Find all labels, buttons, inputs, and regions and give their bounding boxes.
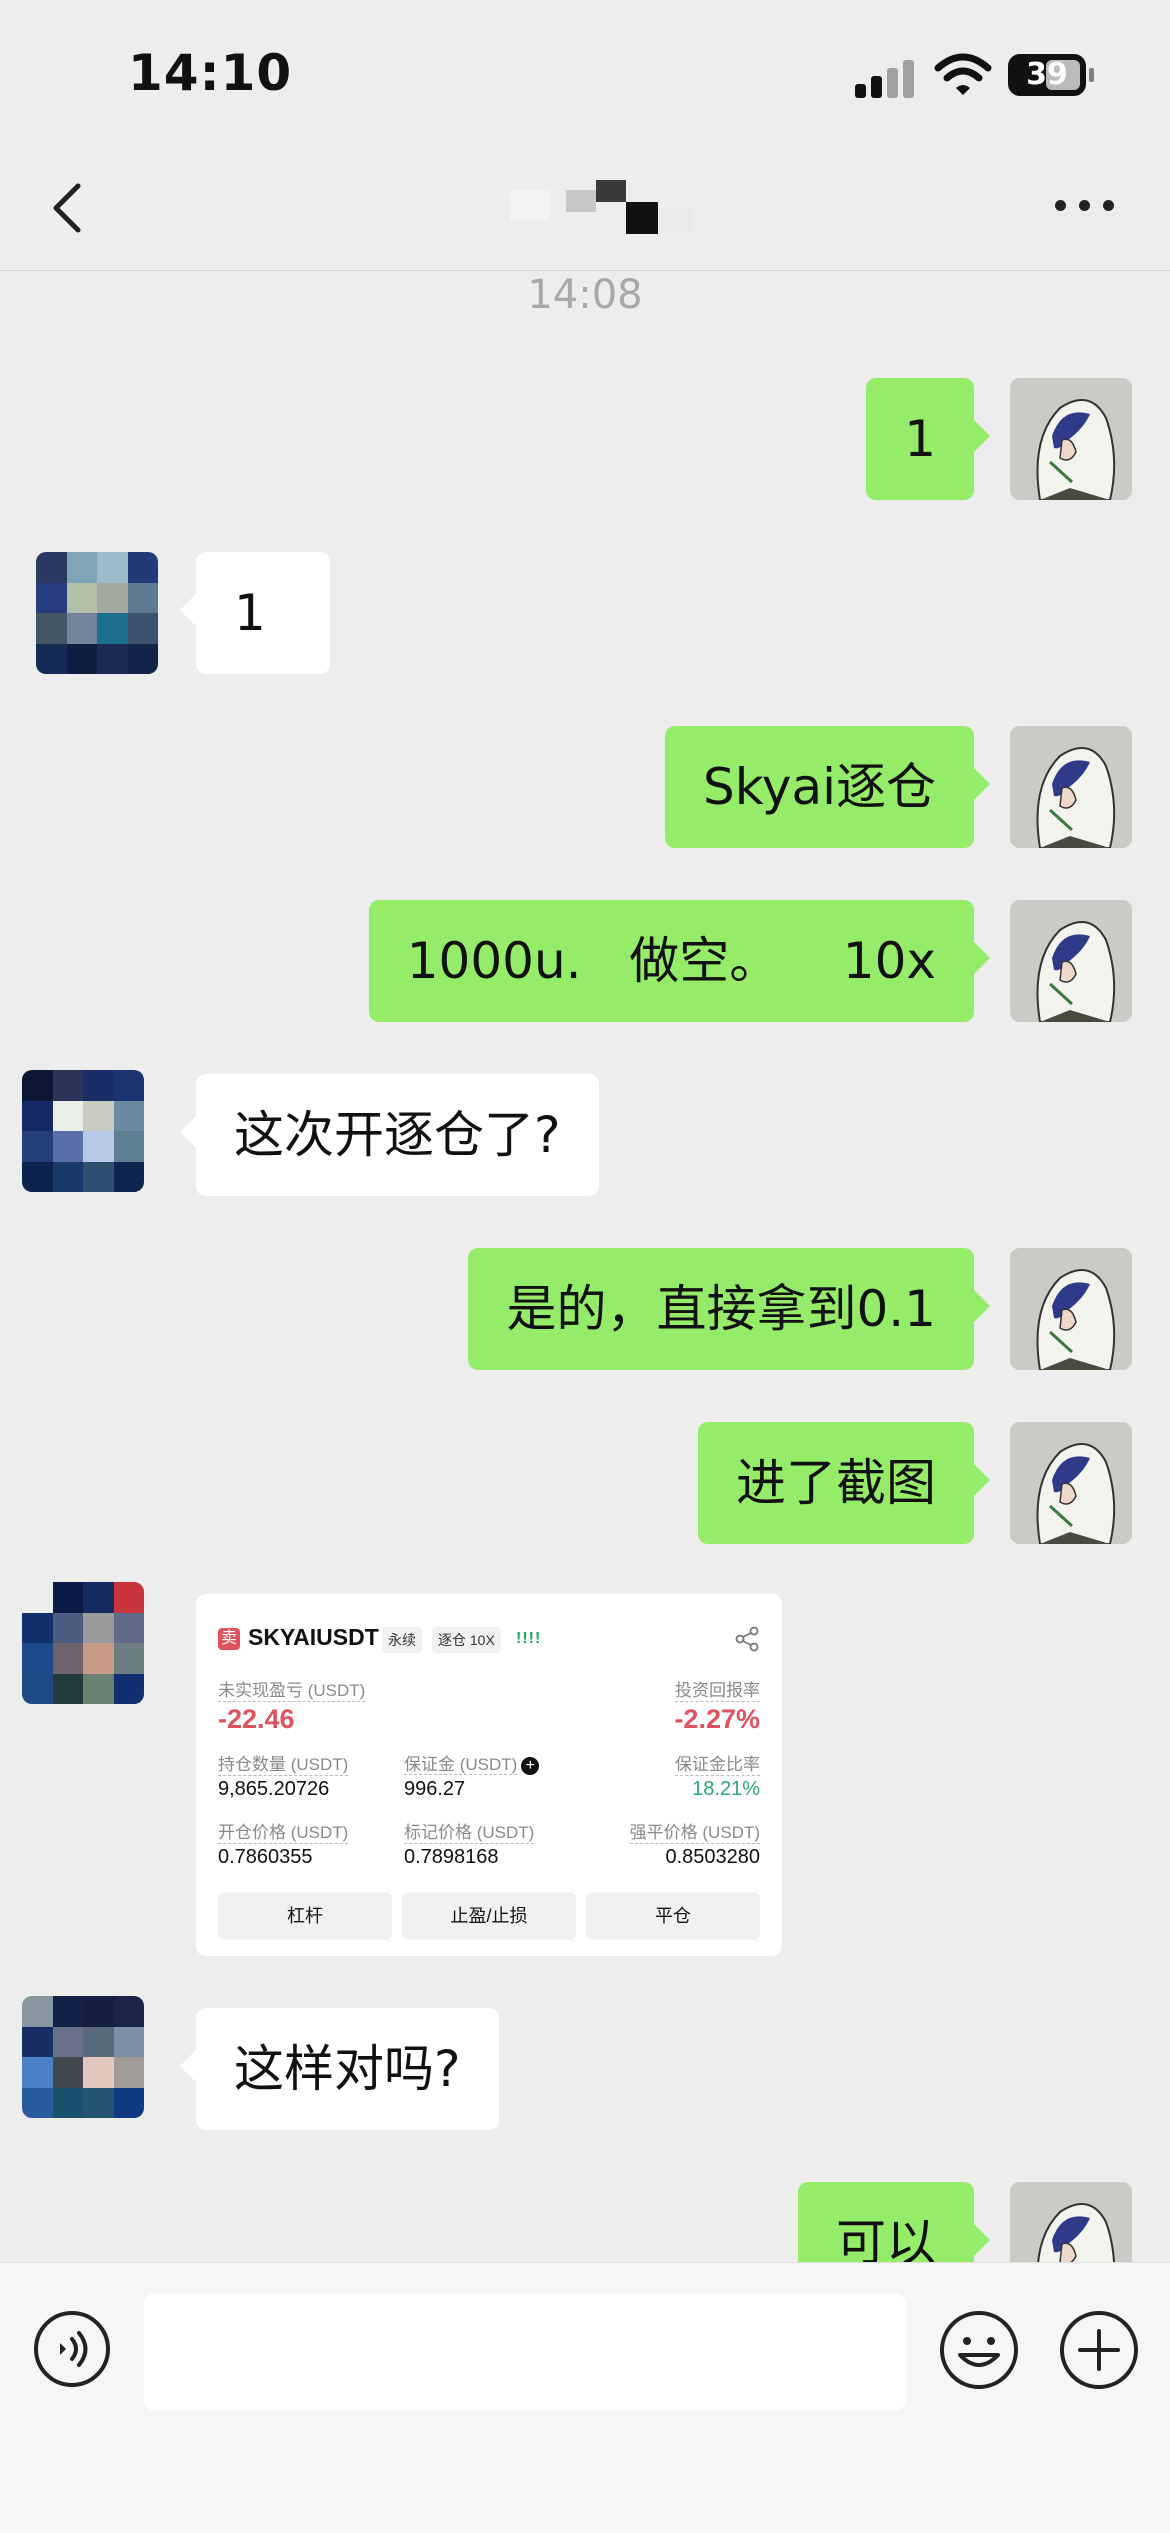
unrealized-pnl-label: 未实现盈亏 (USDT) [218,1676,366,1702]
mark-price-value: 0.7898168 [404,1846,499,1868]
symbol: SKYAIUSDT [248,1624,379,1650]
contact-message-bubble[interactable]: 这次开逐仓了? [180,1074,599,1196]
my-message-bubble[interactable]: Skyai逐仓 [664,726,991,848]
contract-type-chip: 永续 [382,1627,422,1653]
margin-label: 保证金 (USDT) [404,1755,518,1775]
my-message-bubble[interactable]: 1 [866,378,990,500]
contact-message-bubble[interactable]: 1 [180,552,330,674]
hooded-character-icon [1010,900,1132,1022]
my-avatar[interactable] [1010,726,1132,848]
status-bar: 14:10 39 [0,0,1170,150]
contact-avatar-pixelated[interactable] [36,552,158,674]
wifi-icon [934,53,992,95]
my-avatar[interactable] [1010,1248,1132,1370]
voice-icon[interactable] [32,2309,112,2389]
battery-cap [1089,68,1094,82]
my-message-bubble[interactable]: 1000u. 做空。 10x [368,900,991,1022]
roi-label: 投资回报率 [675,1676,760,1702]
leverage-button[interactable]: 杠杆 [218,1892,392,1940]
entry-price-label: 开仓价格 (USDT) [218,1818,349,1844]
emoji-icon[interactable] [938,2309,1020,2391]
margin-ratio-value: 18.21% [692,1778,760,1800]
my-avatar[interactable] [1010,1422,1132,1544]
hooded-character-icon [1010,726,1132,848]
hooded-character-icon [1010,1248,1132,1370]
battery-indicator: 39 [1008,54,1086,96]
plus-icon[interactable] [1058,2309,1140,2391]
margin-label-group: 保证金 (USDT) + [404,1750,540,1775]
battery-level: 39 [1026,57,1068,92]
mark-price-label: 标记价格 (USDT) [404,1818,535,1844]
contact-avatar-pixelated[interactable] [22,1996,144,2118]
my-avatar[interactable] [1010,900,1132,1022]
message-text-input[interactable] [144,2293,906,2411]
hooded-character-icon [1010,378,1132,500]
chat-header [0,150,1170,271]
my-message-bubble[interactable]: 是的，直接拿到0.1 [468,1248,990,1370]
sell-tag: 卖 [218,1628,240,1650]
contact-avatar-pixelated[interactable] [22,1070,144,1192]
message-timestamp: 14:08 [527,272,643,318]
my-avatar[interactable] [1010,378,1132,500]
entry-price-value: 0.7860355 [218,1846,313,1868]
position-size-label: 持仓数量 (USDT) [218,1750,349,1776]
cellular-signal-icon [855,58,915,98]
liquidation-price-value: 0.8503280 [665,1846,760,1868]
status-time: 14:10 [128,44,293,102]
share-icon[interactable] [734,1626,760,1652]
signal-bars: !!!! [516,1630,542,1647]
add-margin-icon[interactable]: + [521,1756,540,1775]
contact-name-redacted [470,180,700,240]
more-icon[interactable] [1055,200,1115,220]
roi-value: -2.27% [674,1704,760,1734]
my-message-bubble[interactable]: 进了截图 [698,1422,990,1544]
margin-value: 996.27 [404,1778,466,1800]
close-position-button[interactable]: 平仓 [586,1892,760,1940]
margin-mode-chip: 逐仓 10X [432,1627,501,1653]
contact-avatar-pixelated[interactable] [22,1582,144,1704]
position-screenshot-card[interactable]: 卖 SKYAIUSDT 永续 逐仓 10X !!!! 未实现盈亏 (USDT) … [196,1594,782,1956]
position-size-value: 9,865.20726 [218,1778,330,1800]
margin-ratio-label: 保证金比率 [675,1750,760,1776]
unrealized-pnl-value: -22.46 [218,1704,295,1734]
contact-message-bubble[interactable]: 这样对吗? [180,2008,499,2130]
tp-sl-button[interactable]: 止盈/止损 [402,1892,576,1940]
liquidation-price-label: 强平价格 (USDT) [629,1818,760,1844]
message-input-bar [0,2262,1170,2533]
back-icon[interactable] [44,178,94,238]
hooded-character-icon [1010,1422,1132,1544]
